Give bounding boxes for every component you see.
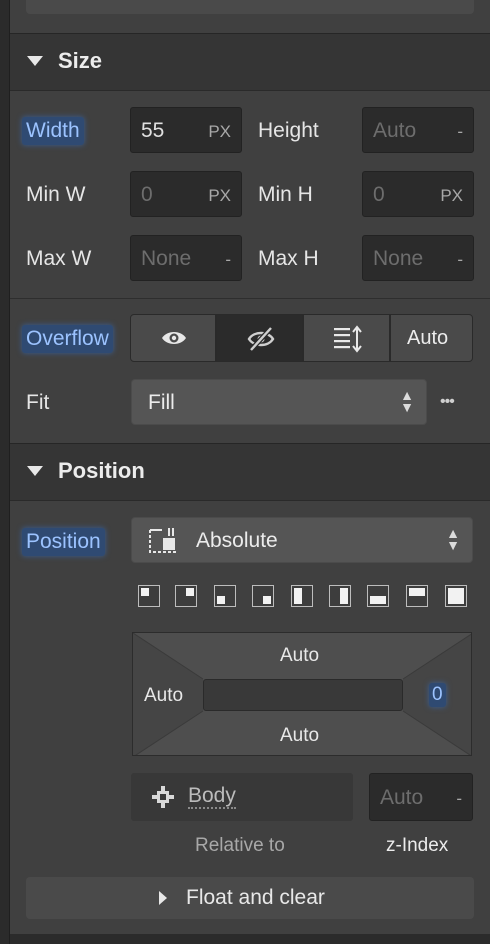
preset-top-left-button[interactable]	[138, 585, 160, 607]
fit-label[interactable]: Fit	[26, 391, 49, 415]
max-height-unit[interactable]: -	[457, 250, 463, 270]
max-height-label[interactable]: Max H	[258, 247, 319, 271]
height-label[interactable]: Height	[258, 119, 319, 143]
target-gear-icon	[152, 786, 174, 808]
width-unit[interactable]: PX	[208, 122, 231, 142]
z-index-unit[interactable]: -	[456, 789, 462, 809]
preset-fill-icon	[141, 588, 149, 596]
z-index-input[interactable]: Auto -	[369, 773, 473, 821]
height-unit[interactable]: -	[457, 122, 463, 142]
position-label[interactable]: Position	[22, 528, 105, 556]
z-index-caption: z-Index	[386, 835, 449, 856]
max-height-value: None	[373, 247, 424, 270]
max-width-value: None	[141, 247, 192, 270]
preset-fill-icon	[409, 588, 425, 596]
overflow-label[interactable]: Overflow	[22, 325, 113, 353]
width-label[interactable]: Width	[22, 117, 84, 145]
preset-full-button[interactable]	[445, 585, 467, 607]
size-divider	[10, 298, 490, 299]
absolute-position-icon	[149, 528, 176, 553]
z-index-value: Auto	[380, 786, 424, 809]
position-select[interactable]: Absolute ▲ ▼	[131, 517, 473, 563]
min-height-input[interactable]: 0 PX	[362, 171, 474, 217]
width-value: 55	[141, 119, 165, 142]
preset-top-right-button[interactable]	[175, 585, 197, 607]
min-height-label[interactable]: Min H	[258, 183, 313, 207]
preset-fill-icon	[217, 596, 225, 604]
max-width-label[interactable]: Max W	[26, 247, 91, 271]
panel-bottom-edge	[10, 934, 490, 944]
relative-to-field[interactable]: Body	[131, 773, 353, 821]
float-and-clear-toggle[interactable]: Float and clear	[26, 877, 474, 919]
min-height-unit[interactable]: PX	[440, 186, 463, 206]
preset-bottom-right-button[interactable]	[252, 585, 274, 607]
size-section-title: Size	[58, 48, 103, 73]
position-section-title: Position	[58, 458, 145, 483]
panel-left-edge	[0, 0, 10, 944]
overflow-scroll-button[interactable]	[303, 314, 390, 362]
preset-right-button[interactable]	[329, 585, 351, 607]
min-width-input[interactable]: 0 PX	[130, 171, 242, 217]
preset-bottom-left-button[interactable]	[214, 585, 236, 607]
offset-right-value[interactable]: 0	[429, 683, 446, 707]
eye-icon	[162, 332, 186, 344]
preset-top-button[interactable]	[406, 585, 428, 607]
height-value: Auto	[373, 119, 417, 142]
preset-fill-icon	[340, 588, 348, 604]
max-width-unit[interactable]: -	[225, 250, 231, 270]
min-height-value: 0	[373, 183, 385, 206]
preset-fill-icon	[370, 596, 386, 604]
max-height-input[interactable]: None -	[362, 235, 474, 281]
min-width-label[interactable]: Min W	[26, 183, 86, 207]
position-offsets-box: Auto Auto 0 Auto	[132, 632, 472, 756]
relative-to-caption: Relative to	[195, 835, 285, 856]
select-arrows-icon: ▲ ▼	[400, 387, 414, 415]
preset-bottom-button[interactable]	[367, 585, 389, 607]
size-section-header[interactable]: Size	[10, 33, 490, 91]
float-and-clear-label: Float and clear	[186, 886, 325, 909]
overflow-auto-label: Auto	[407, 327, 449, 349]
width-input[interactable]: 55 PX	[130, 107, 242, 153]
scroll-icon	[334, 325, 362, 353]
offset-bottom-value[interactable]: Auto	[280, 725, 319, 747]
min-width-value: 0	[141, 183, 153, 206]
relative-to-value: Body	[188, 784, 236, 809]
fit-value: Fill	[148, 391, 175, 414]
position-value: Absolute	[196, 529, 278, 552]
eye-hidden-icon	[247, 326, 275, 352]
preset-fill-icon	[186, 588, 194, 596]
preset-fill-icon	[294, 588, 302, 604]
caret-down-icon	[27, 466, 43, 476]
min-width-unit[interactable]: PX	[208, 186, 231, 206]
overflow-visible-button[interactable]	[130, 314, 216, 362]
caret-down-icon	[27, 56, 43, 66]
element-inner-box	[203, 679, 403, 711]
preset-fill-icon	[263, 596, 271, 604]
offset-left-value[interactable]: Auto	[144, 685, 183, 707]
fit-select[interactable]: Fill ▲ ▼	[131, 379, 427, 425]
preset-fill-icon	[448, 588, 464, 604]
caret-right-icon	[159, 891, 167, 905]
overflow-auto-button[interactable]: Auto	[390, 314, 473, 362]
select-arrows-icon: ▲ ▼	[446, 525, 460, 553]
style-panel: Size Width 55 PX Height Auto - Min W 0 P…	[10, 0, 490, 944]
max-width-input[interactable]: None -	[130, 235, 242, 281]
offset-top-value[interactable]: Auto	[280, 645, 319, 667]
position-section-header[interactable]: Position	[10, 443, 490, 501]
height-input[interactable]: Auto -	[362, 107, 474, 153]
overflow-hidden-button[interactable]	[216, 314, 303, 362]
preset-left-button[interactable]	[291, 585, 313, 607]
previous-section-bottom	[26, 0, 474, 14]
fit-more-button[interactable]: •••	[440, 393, 455, 411]
